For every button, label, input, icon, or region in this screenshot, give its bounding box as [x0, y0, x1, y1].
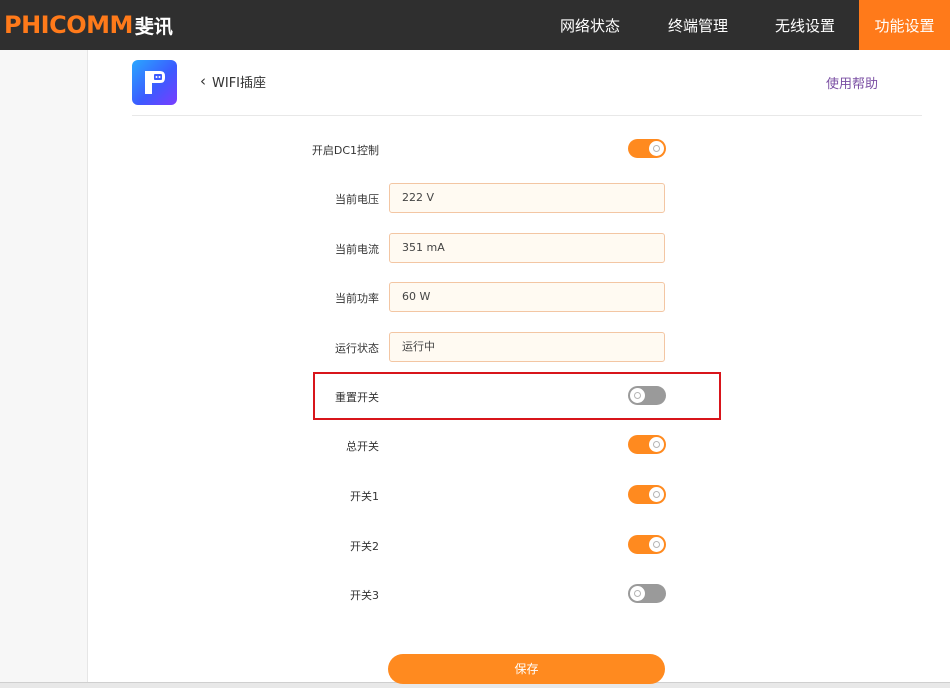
nav-wireless-settings[interactable]: 无线设置 [758, 0, 852, 50]
nav-function-settings[interactable]: 功能设置 [859, 0, 950, 50]
reset-switch-label: 重置开关 [335, 391, 379, 404]
main-panel [88, 50, 950, 682]
logo-text-cn: 斐讯 [134, 15, 173, 38]
toggle-knob [649, 537, 664, 552]
back-link[interactable]: ‹ WIFI插座 [200, 72, 266, 92]
nav-device-management[interactable]: 终端管理 [651, 0, 745, 50]
logo-text-en: PHICOMM [4, 11, 133, 39]
switch2-toggle[interactable] [628, 535, 666, 554]
voltage-label: 当前电压 [335, 193, 379, 206]
master-switch-label: 总开关 [346, 440, 379, 453]
master-switch-toggle[interactable] [628, 435, 666, 454]
toggle-knob [649, 487, 664, 502]
toggle-knob [649, 141, 664, 156]
switch1-toggle[interactable] [628, 485, 666, 504]
save-button[interactable]: 保存 [388, 654, 665, 684]
header-divider [132, 115, 922, 116]
current-label: 当前电流 [335, 243, 379, 256]
toggle-knob [630, 388, 645, 403]
reset-switch-toggle[interactable] [628, 386, 666, 405]
run-status-field[interactable]: 运行中 [389, 332, 665, 362]
run-status-label: 运行状态 [335, 342, 379, 355]
switch1-label: 开关1 [350, 490, 379, 503]
top-nav-bar: PHICOMM 斐讯 网络状态 终端管理 无线设置 功能设置 [0, 0, 950, 50]
toggle-knob [649, 437, 664, 452]
switch3-toggle[interactable] [628, 584, 666, 603]
sidebar [0, 50, 88, 682]
dc1-control-toggle[interactable] [628, 139, 666, 158]
nav-network-status[interactable]: 网络状态 [543, 0, 637, 50]
switch2-label: 开关2 [350, 540, 379, 553]
page-title: WIFI插座 [212, 76, 266, 91]
wifi-plug-icon [132, 60, 177, 105]
switch3-label: 开关3 [350, 589, 379, 602]
phicomm-logo: PHICOMM 斐讯 [4, 10, 173, 40]
power-field[interactable]: 60 W [389, 282, 665, 312]
dc1-control-label: 开启DC1控制 [311, 144, 379, 157]
chevron-left-icon: ‹ [200, 72, 206, 90]
power-label: 当前功率 [335, 292, 379, 305]
toggle-knob [630, 586, 645, 601]
current-field[interactable]: 351 mA [389, 233, 665, 263]
voltage-field[interactable]: 222 V [389, 183, 665, 213]
help-link[interactable]: 使用帮助 [826, 73, 878, 92]
